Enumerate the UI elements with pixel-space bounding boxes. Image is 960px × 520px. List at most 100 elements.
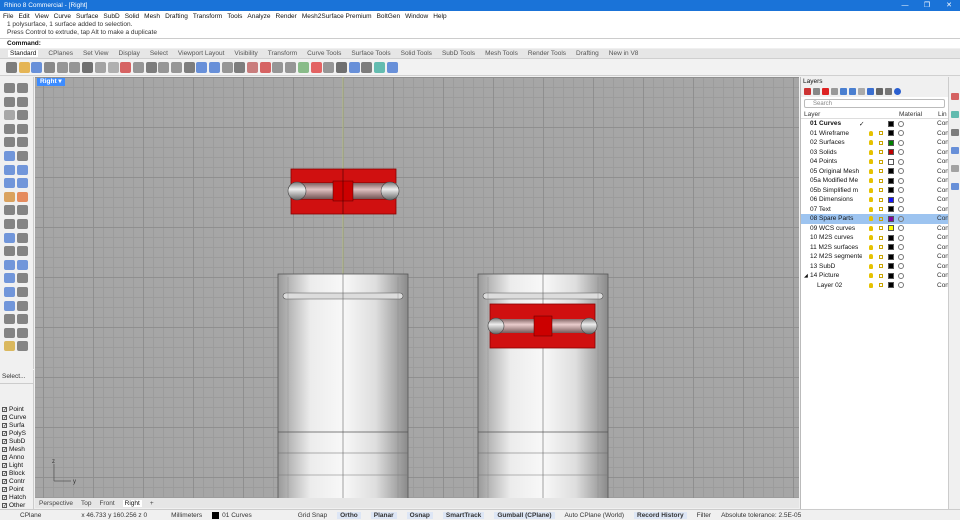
visibility-bulb-icon[interactable] xyxy=(869,206,873,212)
material-icon[interactable] xyxy=(898,196,904,203)
move-to-parent-icon[interactable] xyxy=(858,88,865,95)
lock-icon[interactable] xyxy=(879,254,883,259)
tool-32-icon[interactable] xyxy=(17,287,28,297)
tool-29-icon[interactable] xyxy=(4,273,15,284)
layer-row[interactable]: 05b Simplified m Con xyxy=(801,186,949,196)
visibility-bulb-icon[interactable] xyxy=(869,282,873,288)
tool-7-icon[interactable] xyxy=(4,123,15,134)
lock-icon[interactable] xyxy=(879,150,883,155)
lock-icon[interactable] xyxy=(879,159,883,164)
zoom-extents-icon[interactable] xyxy=(170,61,182,73)
layer-color-swatch[interactable] xyxy=(888,149,894,156)
checkbox-icon[interactable]: ✓ xyxy=(2,406,7,412)
layer-color-swatch[interactable] xyxy=(888,139,894,146)
lock-icon[interactable] xyxy=(879,216,883,221)
new-sublayer-icon[interactable] xyxy=(813,88,820,95)
zoom-window-icon[interactable] xyxy=(158,61,170,73)
tool-25-icon[interactable] xyxy=(4,246,15,257)
select-filter-item[interactable]: ✓ Surfa xyxy=(0,422,33,430)
layer-row[interactable]: 10 M2S curves Con xyxy=(801,233,949,243)
layer-color-swatch[interactable] xyxy=(888,253,894,260)
toolbar-tab-mesh-tools[interactable]: Mesh Tools xyxy=(485,50,518,57)
import-icon[interactable] xyxy=(56,61,68,73)
select-filter-item[interactable]: ✓ Anno xyxy=(0,454,33,462)
layer-row[interactable]: 05 Original Mesh Con xyxy=(801,167,949,177)
zoom-all-icon[interactable] xyxy=(196,61,208,73)
grid-icon[interactable] xyxy=(221,61,233,73)
menu-item-mesh2surface-premium[interactable]: Mesh2Surface Premium xyxy=(302,13,372,20)
layer-name[interactable]: 06 Dimensions xyxy=(810,196,862,203)
layer-color-swatch[interactable] xyxy=(888,120,894,127)
select-filter-item[interactable]: ✓ Hatch xyxy=(0,494,33,502)
tool-10-icon[interactable] xyxy=(17,137,28,148)
select-filter-item[interactable]: ✓ Point xyxy=(0,406,33,414)
lock-icon[interactable] xyxy=(879,169,883,174)
material-icon[interactable] xyxy=(898,253,904,260)
layer-row[interactable]: Layer 02 Con xyxy=(801,281,949,291)
layer-name[interactable]: 13 SubD xyxy=(810,263,862,270)
move-down-icon[interactable] xyxy=(849,88,856,95)
material-icon[interactable] xyxy=(898,244,904,251)
view-tab-perspective[interactable]: Perspective xyxy=(39,500,73,507)
help-icon[interactable] xyxy=(373,61,385,73)
toolbar-tab-render-tools[interactable]: Render Tools xyxy=(528,50,566,57)
select-filter-item[interactable]: ✓ Contr xyxy=(0,478,33,486)
layer-row[interactable]: 09 WCS curves Con xyxy=(801,224,949,234)
layer-name[interactable]: 09 WCS curves xyxy=(810,225,862,232)
material-icon[interactable] xyxy=(898,177,904,184)
panel-3-icon[interactable] xyxy=(951,129,959,136)
save-icon[interactable] xyxy=(31,61,43,73)
checkbox-icon[interactable]: ✓ xyxy=(2,486,7,492)
properties-icon[interactable] xyxy=(247,61,259,73)
layer-name[interactable]: 07 Text xyxy=(810,206,862,213)
tool-8-icon[interactable] xyxy=(17,123,28,134)
menu-item-analyze[interactable]: Analyze xyxy=(247,13,270,20)
tool-27-icon[interactable] xyxy=(4,259,15,270)
toolbar-tab-set-view[interactable]: Set View xyxy=(83,50,109,57)
paste-icon[interactable] xyxy=(94,61,106,73)
visibility-bulb-icon[interactable] xyxy=(869,159,873,165)
tool-18-icon[interactable] xyxy=(17,191,28,202)
layer-row[interactable]: 07 Text Con xyxy=(801,205,949,215)
tool-1-icon[interactable] xyxy=(4,83,15,93)
layer-swatch[interactable] xyxy=(212,511,220,519)
record-history-toggle[interactable]: Record History xyxy=(634,511,687,519)
delete-layer-icon[interactable] xyxy=(822,88,829,95)
tool-22-icon[interactable] xyxy=(17,219,28,229)
layer-name[interactable]: Layer 02 xyxy=(817,282,869,289)
tool-6-icon[interactable] xyxy=(17,110,28,121)
layer-color-swatch[interactable] xyxy=(888,206,894,213)
layer-column-header[interactable]: Layer xyxy=(804,111,820,118)
lock-icon[interactable] xyxy=(879,188,883,193)
help-icon[interactable] xyxy=(894,88,901,95)
material-icon[interactable] xyxy=(898,263,904,270)
layer-name[interactable]: 03 Solids xyxy=(810,149,862,156)
panel-1-icon[interactable] xyxy=(951,93,959,100)
layer-name[interactable]: 10 M2S curves xyxy=(810,234,862,241)
tool-38-icon[interactable] xyxy=(17,327,28,338)
toolbar-tab-subd-tools[interactable]: SubD Tools xyxy=(442,50,475,57)
planar-toggle[interactable]: Planar xyxy=(370,511,397,519)
sun-icon[interactable] xyxy=(348,61,360,73)
checkbox-icon[interactable]: ✓ xyxy=(2,422,7,428)
visibility-bulb-icon[interactable] xyxy=(869,149,873,155)
select-filter-item[interactable]: ✓ Mesh xyxy=(0,446,33,454)
tool-14-icon[interactable] xyxy=(17,164,28,175)
visibility-bulb-icon[interactable] xyxy=(869,235,873,241)
layer-color-swatch[interactable] xyxy=(888,158,894,165)
linetype-column-header[interactable]: Lin xyxy=(938,111,947,118)
visibility-bulb-icon[interactable] xyxy=(869,130,873,136)
visibility-bulb-icon[interactable] xyxy=(869,254,873,260)
visibility-bulb-icon[interactable] xyxy=(869,168,873,174)
tool-4-icon[interactable] xyxy=(17,96,28,107)
lock-icon[interactable] xyxy=(879,197,883,202)
view-tab-top[interactable]: Top xyxy=(81,500,91,507)
layer-color-swatch[interactable] xyxy=(888,244,894,251)
material-icon[interactable] xyxy=(898,225,904,232)
tool-13-icon[interactable] xyxy=(4,164,15,175)
minimize-icon[interactable]: — xyxy=(894,0,916,11)
filter-toggle[interactable]: Filter xyxy=(697,512,711,519)
checkbox-icon[interactable]: ✓ xyxy=(2,470,7,476)
layer-color-swatch[interactable] xyxy=(888,263,894,270)
toolbar-tab-drafting[interactable]: Drafting xyxy=(576,50,599,57)
